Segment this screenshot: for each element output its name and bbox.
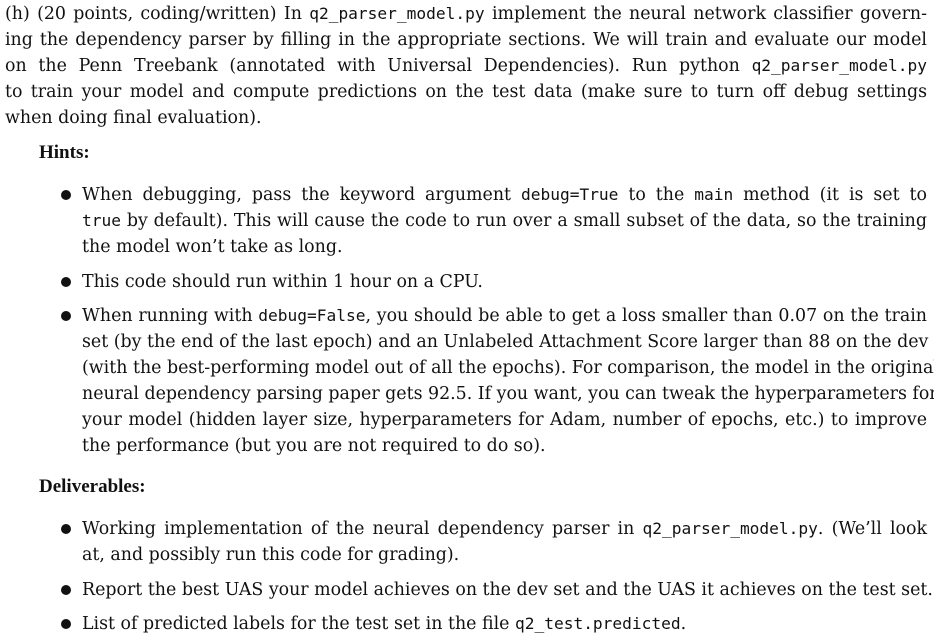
hints-heading: Hints: xyxy=(39,142,90,163)
intro-line: (h) (20 points, coding/written) In q2_pa… xyxy=(5,1,927,27)
text-run: . xyxy=(680,614,687,634)
hint-item: This code should run within 1 hour on a … xyxy=(82,269,927,295)
text-run: Working implementation of the neural dep… xyxy=(82,519,643,539)
code-keyword-argument: debug=False xyxy=(258,306,366,325)
text-run: to the xyxy=(618,185,695,205)
text-run: , you should be able to get a loss small… xyxy=(365,306,927,326)
deliverables-heading: Deliverables: xyxy=(39,476,146,497)
deliverable-item: List of predicted labels for the test se… xyxy=(82,611,927,637)
bullet-icon xyxy=(61,311,71,321)
deliverable-item: Report the best UAS your model achieves … xyxy=(82,577,933,603)
deliverable-line: Report the best UAS your model achieves … xyxy=(82,577,933,603)
intro-line: ing the dependency parser by filling in … xyxy=(5,27,927,53)
code-filename: q2_parser_model.py xyxy=(751,56,927,75)
text-run: (with the best-performing model out of a… xyxy=(82,358,934,378)
text-run: (h) (20 points, coding/written) In xyxy=(5,4,310,24)
text-run: . (We’ll look xyxy=(817,519,927,539)
text-run: the performance (but you are not require… xyxy=(82,436,546,456)
code-filename: q2_test.predicted xyxy=(514,614,681,633)
intro-line: on the Penn Treebank (annotated with Uni… xyxy=(5,53,927,79)
text-run: neural dependency parsing paper gets 92.… xyxy=(82,384,934,404)
intro-line: to train your model and compute predicti… xyxy=(5,79,927,105)
text-run: method (it is set to xyxy=(733,185,927,205)
text-run: implement the neural network classifier … xyxy=(484,4,927,24)
text-run: the model won’t take as long. xyxy=(82,237,343,257)
bullet-icon xyxy=(61,619,71,629)
bullet-icon xyxy=(61,190,71,200)
deliverable-line: at, and possibly run this code for gradi… xyxy=(82,542,927,568)
hint-line: neural dependency parsing paper gets 92.… xyxy=(82,381,934,407)
intro-line: when doing final evaluation). xyxy=(5,105,927,131)
bullet-icon xyxy=(61,585,71,595)
text-run: when doing final evaluation). xyxy=(5,108,262,128)
code-value: true xyxy=(82,211,121,230)
text-run: your model (hidden layer size, hyperpara… xyxy=(82,410,927,430)
hint-line: the performance (but you are not require… xyxy=(82,433,927,459)
text-run: at, and possibly run this code for gradi… xyxy=(82,545,460,565)
code-keyword-argument: debug=True xyxy=(520,185,619,204)
bullet-icon xyxy=(61,277,71,287)
hint-item: When running with debug=False, you shoul… xyxy=(82,303,934,459)
text-run: by default). This will cause the code to… xyxy=(120,211,927,231)
text-run: When running with xyxy=(82,306,259,326)
text-run: Report the best UAS your model achieves … xyxy=(82,580,933,600)
deliverable-line: Working implementation of the neural dep… xyxy=(82,516,927,542)
text-run: set (by the end of the last epoch) and a… xyxy=(82,332,934,352)
code-filename: q2_parser_model.py xyxy=(309,4,485,23)
text-run: When debugging, pass the keyword argumen… xyxy=(82,185,521,205)
text-run: on the Penn Treebank (annotated with Uni… xyxy=(5,56,752,76)
hint-line: the model won’t take as long. xyxy=(82,234,927,260)
text-run: ing the dependency parser by filling in … xyxy=(5,30,927,50)
bullet-icon xyxy=(61,524,71,534)
text-run: This code should run within 1 hour on a … xyxy=(82,272,483,292)
hint-line: When running with debug=False, you shoul… xyxy=(82,303,927,329)
code-filename: q2_parser_model.py xyxy=(642,519,818,538)
deliverable-line: List of predicted labels for the test se… xyxy=(82,611,927,637)
deliverable-item: Working implementation of the neural dep… xyxy=(82,516,927,568)
hint-line: your model (hidden layer size, hyperpara… xyxy=(82,407,927,433)
document-page: (h) (20 points, coding/written) In q2_pa… xyxy=(0,0,934,644)
hint-line: (with the best-performing model out of a… xyxy=(82,355,934,381)
text-run: List of predicted labels for the test se… xyxy=(82,614,515,634)
text-run: to train your model and compute predicti… xyxy=(5,82,927,102)
hint-line: set (by the end of the last epoch) and a… xyxy=(82,329,934,355)
hint-item: When debugging, pass the keyword argumen… xyxy=(82,182,927,260)
code-method-name: main xyxy=(694,185,734,204)
hint-line: This code should run within 1 hour on a … xyxy=(82,269,927,295)
hint-line: true by default). This will cause the co… xyxy=(82,208,927,234)
hint-line: When debugging, pass the keyword argumen… xyxy=(82,182,927,208)
question-h-paragraph: (h) (20 points, coding/written) In q2_pa… xyxy=(5,1,927,131)
